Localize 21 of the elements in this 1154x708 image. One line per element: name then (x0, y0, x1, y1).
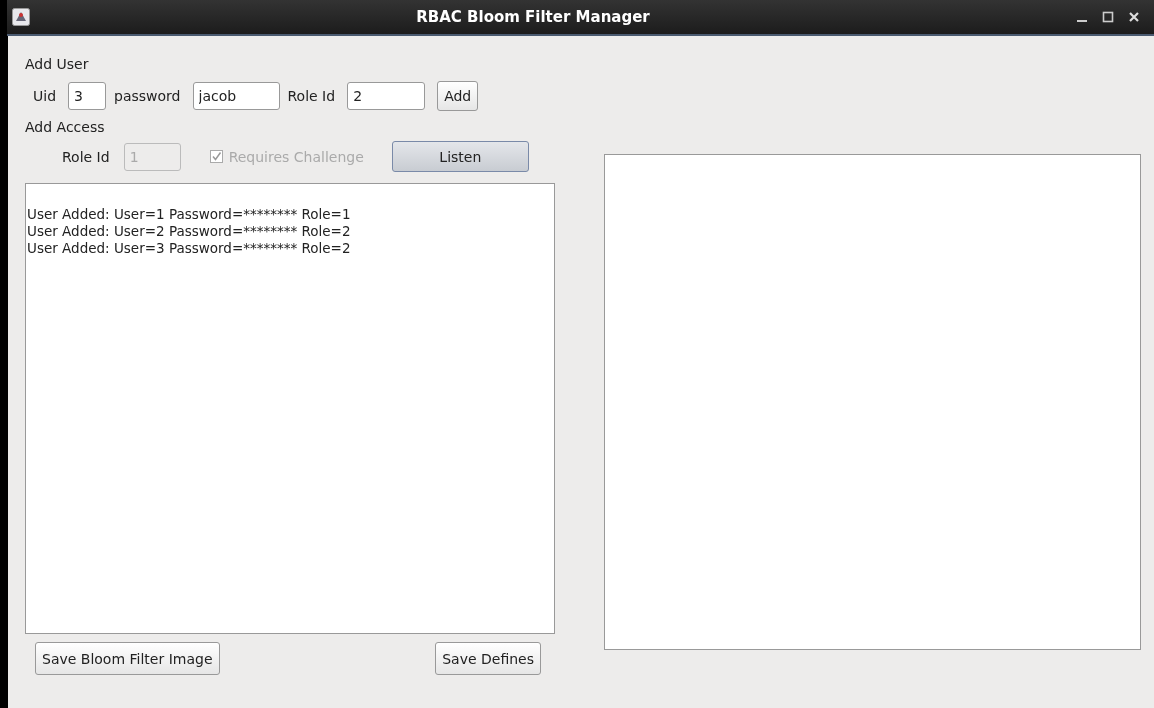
section-heading: Add User (25, 56, 89, 72)
role-id-label: Role Id (62, 148, 110, 165)
listen-button[interactable]: Listen (391, 141, 529, 172)
section-heading: Add Access (25, 119, 105, 135)
log-line: User Added: User=3 Password=******** Role=2 (27, 240, 352, 257)
uid-label: Uid (33, 88, 57, 104)
password-label: password (114, 88, 181, 104)
log-line: User Added: User=2 Password=******** Role=2 (27, 223, 352, 240)
close-icon[interactable] (1128, 11, 1140, 23)
uid-field[interactable]: 3 (68, 82, 107, 110)
save-defines-button[interactable]: Save Defines (435, 642, 541, 675)
log-area[interactable]: User Added: User=1 Password=******** Role=1 User Added: User=2 Password=******** Role=2 User Added: User=3 Password=******** Role=2 (25, 183, 555, 634)
password-field[interactable]: jacob (192, 82, 280, 110)
role-id-label: Role Id (287, 88, 336, 104)
log-line: User Added: User=1 Password=******** Role=1 (27, 206, 352, 223)
add-button[interactable]: Add (437, 81, 479, 111)
maximize-icon[interactable] (1102, 11, 1114, 23)
window-title: RBAC Bloom Filter Manager (416, 8, 650, 26)
save-bloom-filter-image-button[interactable]: Save Bloom Filter Image (35, 642, 220, 675)
app-icon (12, 8, 30, 26)
role-id-field[interactable]: 2 (347, 82, 426, 110)
